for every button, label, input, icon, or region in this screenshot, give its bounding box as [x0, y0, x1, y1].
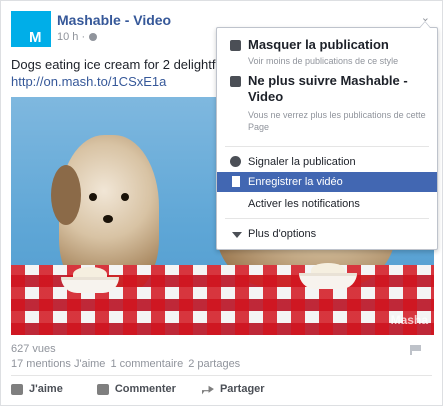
like-button[interactable]: J'aime	[11, 383, 63, 395]
menu-item-notifications[interactable]: Activer les notifications	[217, 194, 437, 214]
menu-item-more-options[interactable]: Plus d'options	[217, 224, 437, 244]
like-label: J'aime	[29, 383, 63, 395]
engagement-stats: 17 mentions J'aime 1 commentaire 2 parta…	[11, 358, 240, 370]
save-video-label: Enregistrer la vidéo	[248, 176, 343, 188]
comments-count[interactable]: 1 commentaire	[110, 358, 183, 370]
more-options-label: Plus d'options	[248, 228, 317, 240]
notifications-label: Activer les notifications	[248, 198, 360, 210]
bowl	[299, 273, 357, 289]
share-arrow-icon	[201, 385, 214, 395]
menu-item-report[interactable]: Signaler la publication	[217, 152, 437, 172]
menu-item-save-video[interactable]: Enregistrer la vidéo	[217, 172, 437, 192]
unfollow-title: Ne plus suivre Mashable - Video	[248, 73, 408, 104]
action-bar: J'aime Commenter Partager	[11, 383, 265, 395]
unfollow-subtitle: Vous ne verrez plus les publications de …	[248, 110, 426, 132]
dog-nose	[103, 215, 113, 223]
view-count: 627 vues	[11, 343, 56, 355]
report-label: Signaler la publication	[248, 156, 356, 168]
hide-post-subtitle: Voir moins de publications de ce style	[248, 56, 399, 66]
comment-button[interactable]: Commenter	[96, 383, 176, 395]
unfollow-icon	[230, 76, 241, 87]
dog-eye	[89, 193, 97, 201]
flag-icon[interactable]	[410, 345, 422, 355]
report-icon	[230, 156, 241, 167]
post-text: Dogs eating ice cream for 2 delightful	[11, 57, 226, 72]
dog-eye	[121, 193, 129, 201]
shares-count[interactable]: 2 partages	[188, 358, 240, 370]
hide-x-icon	[230, 40, 241, 51]
comment-icon	[96, 383, 109, 395]
menu-item-hide-post[interactable]: Masquer la publication Voir moins de pub…	[217, 36, 437, 68]
menu-item-unfollow[interactable]: Ne plus suivre Mashable - Video Vous ne …	[217, 72, 437, 136]
comment-label: Commenter	[114, 383, 176, 395]
menu-separator	[225, 146, 429, 147]
post-time[interactable]: 10 h ·	[57, 31, 85, 43]
globe-icon	[89, 33, 98, 41]
divider	[11, 375, 432, 376]
share-button[interactable]: Partager	[201, 383, 265, 395]
bowl	[61, 277, 119, 293]
post-meta: 10 h ·	[57, 31, 98, 43]
post-card: M Mashable - Video 10 h · ⌄ Dogs eating …	[0, 0, 443, 406]
likes-count[interactable]: 17 mentions J'aime	[11, 358, 105, 370]
bookmark-icon	[232, 176, 240, 187]
post-link[interactable]: http://on.mash.to/1CSxE1a	[11, 74, 166, 89]
thumbs-up-icon	[11, 383, 23, 395]
post-options-menu: Masquer la publication Voir moins de pub…	[216, 21, 438, 250]
avatar-letter: M	[29, 29, 42, 46]
page-avatar[interactable]: M	[11, 11, 51, 47]
caret-down-icon	[232, 232, 242, 238]
hide-post-title: Masquer la publication	[248, 37, 389, 52]
page-name-link[interactable]: Mashable - Video	[57, 12, 171, 28]
share-label: Partager	[219, 383, 265, 395]
video-watermark: Masha	[390, 313, 428, 327]
menu-separator	[225, 218, 429, 219]
dog-ear	[51, 165, 81, 225]
